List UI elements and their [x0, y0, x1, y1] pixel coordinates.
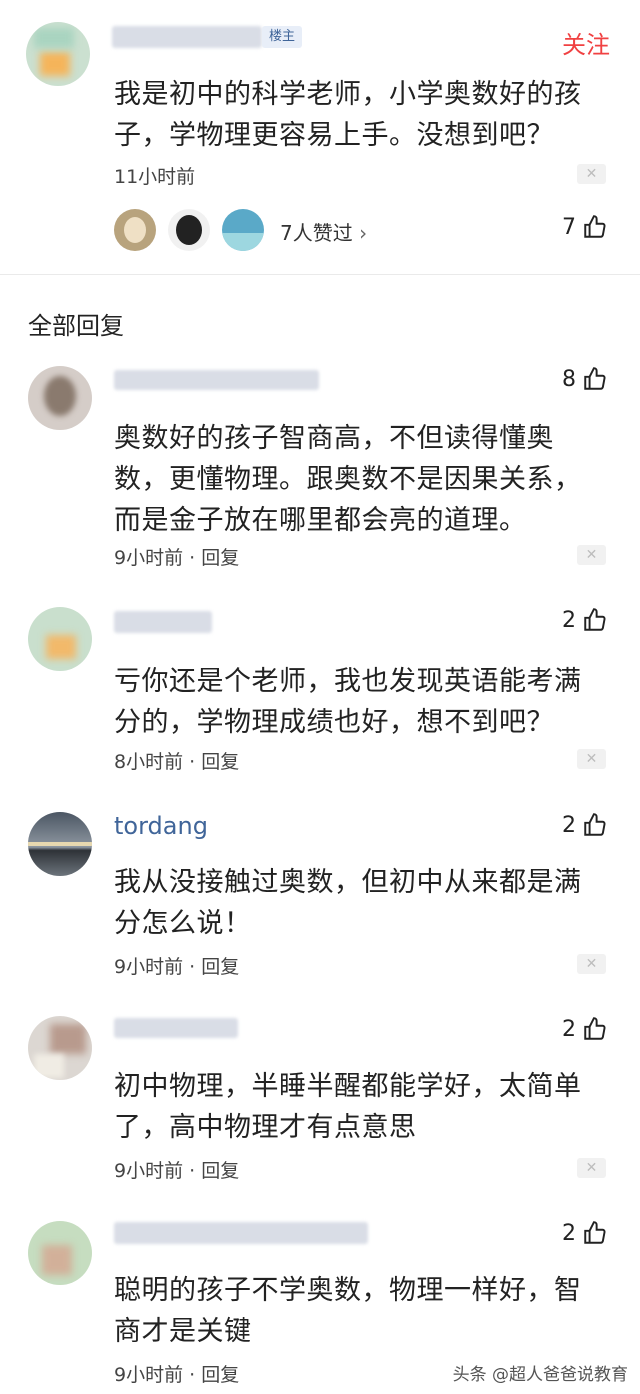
reply-avatar[interactable]: [28, 1016, 92, 1080]
all-replies-title: 全部回复: [28, 312, 124, 340]
reply-username-blurred[interactable]: [114, 611, 212, 633]
thumbs-up-icon: [584, 1221, 606, 1244]
reply-like-button[interactable]: 2: [562, 1016, 608, 1042]
reply-like-count: 2: [562, 812, 576, 838]
reply-text: 聪明的孩子不学奥数，物理一样好，智商才是关键: [114, 1275, 582, 1347]
thumbs-up-icon: [584, 1017, 606, 1040]
reply-like-count: 8: [562, 366, 576, 392]
op-username-blurred[interactable]: [112, 26, 262, 48]
reply-meta[interactable]: 9小时前 · 回复: [114, 952, 239, 979]
reply-like-button[interactable]: 2: [562, 1220, 608, 1246]
thumbs-up-icon: [584, 367, 606, 390]
reply-dismiss-button[interactable]: ✕: [577, 954, 606, 974]
follow-button[interactable]: 关注: [562, 25, 610, 60]
reply-avatar[interactable]: [28, 366, 92, 430]
reply-meta[interactable]: 9小时前 · 回复: [114, 1156, 239, 1183]
reply-username[interactable]: tordang: [114, 812, 208, 840]
op-timestamp: 11小时前: [114, 166, 196, 188]
reply-dismiss-button[interactable]: ✕: [577, 749, 606, 769]
op-like-count: 7: [562, 214, 576, 240]
thumbs-up-icon: [584, 813, 606, 836]
reply-like-count: 2: [562, 607, 576, 633]
op-like-button[interactable]: 7: [562, 214, 608, 240]
likers-link[interactable]: 7人赞过 ›: [280, 217, 367, 246]
reply-like-button[interactable]: 8: [562, 366, 608, 392]
reply-text: 亏你还是个老师，我也发现英语能考满分的，学物理成绩也好，想不到吧？: [114, 666, 582, 738]
thumbs-up-icon: [584, 215, 606, 238]
op-owner-badge: 楼主: [262, 26, 302, 48]
thumbs-up-icon: [584, 608, 606, 631]
reply-like-button[interactable]: 2: [562, 607, 608, 633]
reply-like-button[interactable]: 2: [562, 812, 608, 838]
reply-avatar[interactable]: [28, 607, 92, 671]
reply-username-blurred[interactable]: [114, 1222, 368, 1244]
op-dismiss-button[interactable]: ✕: [577, 164, 606, 184]
reply-avatar[interactable]: [28, 812, 92, 876]
likers-count-text: 7人赞过: [280, 221, 353, 245]
reply-like-count: 2: [562, 1220, 576, 1246]
liker-avatar[interactable]: [168, 209, 210, 251]
watermark: 头条 @超人爸爸说教育: [452, 1365, 628, 1385]
reply-avatar[interactable]: [28, 1221, 92, 1285]
chevron-right-icon: ›: [359, 221, 368, 245]
reply-dismiss-button[interactable]: ✕: [577, 1158, 606, 1178]
reply-dismiss-button[interactable]: ✕: [577, 545, 606, 565]
reply-meta[interactable]: 8小时前 · 回复: [114, 747, 239, 774]
section-divider: [0, 274, 640, 275]
reply-text: 初中物理，半睡半醒都能学好，太简单了，高中物理才有点意思: [114, 1071, 582, 1143]
reply-username-blurred[interactable]: [114, 1018, 238, 1038]
reply-meta[interactable]: 9小时前 · 回复: [114, 1360, 239, 1387]
op-comment-text: 我是初中的科学老师，小学奥数好的孩子，学物理更容易上手。没想到吧？: [114, 79, 582, 151]
reply-text: 我从没接触过奥数，但初中从来都是满分怎么说！: [114, 867, 582, 939]
reply-meta[interactable]: 9小时前 · 回复: [114, 543, 239, 570]
liker-avatar[interactable]: [222, 209, 264, 251]
reply-username-blurred[interactable]: [114, 370, 319, 390]
reply-like-count: 2: [562, 1016, 576, 1042]
op-avatar[interactable]: [26, 22, 90, 86]
liker-avatar[interactable]: [114, 209, 156, 251]
reply-text: 奥数好的孩子智商高，不但读得懂奥数，更懂物理。跟奥数不是因果关系，而是金子放在哪…: [114, 423, 582, 536]
